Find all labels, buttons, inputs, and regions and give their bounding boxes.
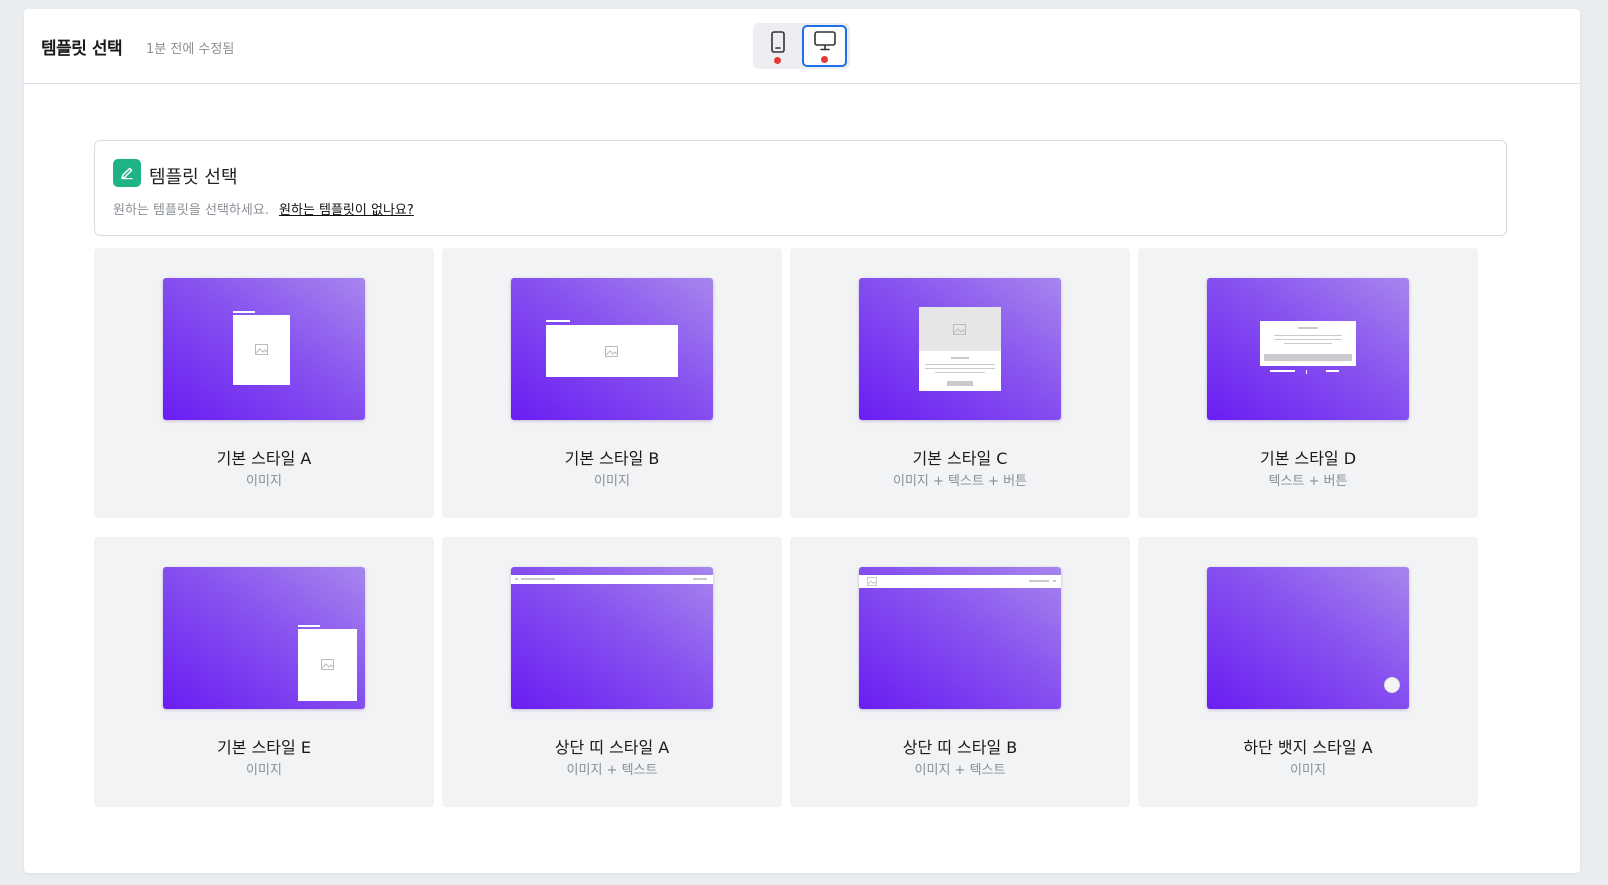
template-card-basic-a[interactable]: 기본 스타일 A 이미지 xyxy=(94,248,434,518)
info-icon-badge xyxy=(113,159,141,187)
template-thumbnail xyxy=(163,567,365,709)
template-title: 하단 뱃지 스타일 A xyxy=(1243,738,1373,757)
template-subtitle: 이미지 + 텍스트 xyxy=(566,763,658,778)
image-placeholder-icon xyxy=(867,577,877,586)
template-subtitle: 이미지 + 텍스트 xyxy=(914,763,1006,778)
template-title: 기본 스타일 C xyxy=(912,449,1008,468)
desktop-icon xyxy=(813,31,836,51)
template-title: 기본 스타일 D xyxy=(1259,449,1357,468)
template-card-top-band-b[interactable]: 상단 띠 스타일 B 이미지 + 텍스트 xyxy=(790,537,1130,807)
image-placeholder-icon xyxy=(605,346,618,357)
template-card-basic-e[interactable]: 기본 스타일 E 이미지 xyxy=(94,537,434,807)
page-title: 템플릿 선택 xyxy=(41,39,123,59)
template-thumbnail xyxy=(859,567,1061,709)
desktop-status-dot xyxy=(821,56,828,63)
pencil-icon xyxy=(121,167,133,180)
template-title: 기본 스타일 E xyxy=(217,738,311,757)
template-thumbnail xyxy=(511,278,713,420)
template-subtitle: 이미지 + 텍스트 + 버튼 xyxy=(893,474,1027,489)
template-subtitle: 이미지 xyxy=(246,474,282,489)
device-toggle xyxy=(753,23,850,69)
template-title: 상단 띠 스타일 B xyxy=(902,738,1018,757)
top-bar: 템플릿 선택 1분 전에 수정됨 xyxy=(24,9,1580,84)
info-title: 템플릿 선택 xyxy=(149,167,238,188)
template-title: 상단 띠 스타일 A xyxy=(554,738,670,757)
template-title: 기본 스타일 A xyxy=(216,449,312,468)
template-thumbnail xyxy=(1207,278,1409,420)
template-subtitle: 텍스트 + 버튼 xyxy=(1268,474,1348,489)
template-title: 기본 스타일 B xyxy=(564,449,660,468)
badge-indicator xyxy=(1384,677,1400,693)
template-subtitle: 이미지 xyxy=(594,474,630,489)
template-card-bottom-badge-a[interactable]: 하단 뱃지 스타일 A 이미지 xyxy=(1138,537,1478,807)
template-thumbnail xyxy=(1207,567,1409,709)
image-placeholder-icon xyxy=(255,344,268,355)
mobile-preview-button[interactable] xyxy=(755,25,800,67)
template-subtitle: 이미지 xyxy=(1290,763,1326,778)
template-subtitle: 이미지 xyxy=(246,763,282,778)
info-description: 원하는 템플릿을 선택하세요. xyxy=(113,203,269,218)
image-placeholder-icon xyxy=(321,659,334,670)
saved-status: 1분 전에 수정됨 xyxy=(146,42,235,57)
template-info-panel: 템플릿 선택 원하는 템플릿을 선택하세요. 원하는 템플릿이 없나요? xyxy=(94,140,1507,236)
template-thumbnail xyxy=(859,278,1061,420)
template-thumbnail xyxy=(163,278,365,420)
mobile-icon xyxy=(770,31,785,53)
request-template-link[interactable]: 원하는 템플릿이 없나요? xyxy=(279,199,414,218)
template-card-basic-c[interactable]: 기본 스타일 C 이미지 + 텍스트 + 버튼 xyxy=(790,248,1130,518)
template-card-basic-b[interactable]: 기본 스타일 B 이미지 xyxy=(442,248,782,518)
template-card-top-band-a[interactable]: 상단 띠 스타일 A 이미지 + 텍스트 xyxy=(442,537,782,807)
template-card-basic-d[interactable]: 기본 스타일 D 텍스트 + 버튼 xyxy=(1138,248,1478,518)
desktop-preview-button[interactable] xyxy=(802,25,847,67)
mobile-status-dot xyxy=(774,57,781,64)
editor-window: 템플릿 선택 1분 전에 수정됨 템플릿 선택 원하는 템플릿을 선택하세요. … xyxy=(24,9,1580,873)
template-thumbnail xyxy=(511,567,713,709)
image-placeholder-icon xyxy=(953,324,966,335)
